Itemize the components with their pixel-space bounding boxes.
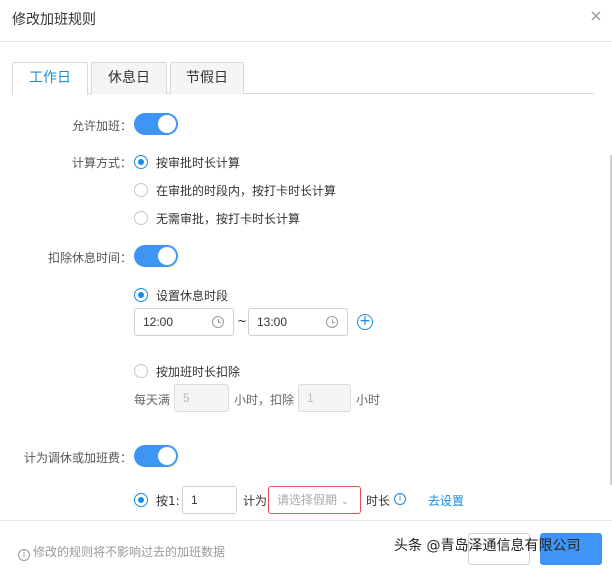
go-settings-link[interactable]: 去设置: [428, 492, 464, 509]
calc-by-punch-no-approval-radio[interactable]: [134, 211, 148, 225]
dialog-header: 修改加班规则 ×: [0, 0, 612, 42]
toggle-knob: [158, 115, 176, 133]
ratio-rule-radio[interactable]: [134, 493, 148, 507]
duration-label: 时长: [366, 494, 391, 508]
full-hours-input[interactable]: 5: [174, 384, 229, 412]
deduct-rest-toggle[interactable]: [134, 245, 178, 267]
set-rest-period-label: 设置休息时段: [156, 289, 229, 303]
every-day-full-label: 每天满: [134, 393, 171, 407]
leave-type-select[interactable]: 请选择假期 ⌄: [268, 486, 361, 514]
full-hours-value: 5: [183, 391, 190, 405]
day-type-tabs: 工作日 休息日 节假日: [12, 62, 594, 95]
info-icon: i: [18, 549, 30, 561]
dialog-title: 修改加班规则: [12, 12, 96, 28]
deduct-rest-label: 扣除休息时间：: [47, 251, 132, 265]
leave-type-placeholder: 请选择假期: [277, 493, 338, 507]
rest-start-time-value: 12:00: [143, 315, 174, 329]
tab-restday[interactable]: 休息日: [91, 62, 167, 94]
close-icon[interactable]: ×: [588, 8, 604, 24]
rest-end-time-value: 13:00: [257, 315, 288, 329]
hours-unit-label: 小时: [356, 393, 381, 407]
count-as-label: 计为: [243, 494, 268, 508]
time-range-separator: ~: [237, 314, 248, 328]
comp-leave-toggle[interactable]: [134, 445, 178, 467]
calc-by-approval-label: 按审批时长计算: [156, 156, 241, 170]
clock-icon: [212, 316, 224, 328]
watermark-text: 头条 @青岛泽通信息有限公司: [394, 538, 581, 554]
comp-leave-label: 计为调休或加班费：: [23, 451, 132, 465]
calc-method-label: 计算方式：: [71, 156, 132, 170]
calc-by-approval-radio[interactable]: [134, 155, 148, 169]
clock-icon: [326, 316, 338, 328]
ratio-input[interactable]: 1: [182, 486, 237, 514]
ratio-value: 1: [191, 493, 198, 507]
deduct-hours-value: 1: [307, 391, 314, 405]
allow-overtime-toggle[interactable]: [134, 113, 178, 135]
set-rest-period-radio[interactable]: [134, 288, 148, 302]
footer-note: i 修改的规则将不影响过去的加班数据: [18, 543, 225, 561]
tab-workday[interactable]: 工作日: [12, 62, 88, 95]
tab-holiday[interactable]: 节假日: [170, 62, 244, 94]
calc-by-punch-in-window-label: 在审批的时段内，按打卡时长计算: [156, 184, 337, 198]
edit-overtime-rule-dialog: 修改加班规则 × 工作日 休息日 节假日 允许加班： 计算方式： 按审批时长计算…: [0, 0, 612, 571]
ratio-prefix-label: 按1:: [156, 494, 180, 508]
deduct-by-duration-radio[interactable]: [134, 364, 148, 378]
toggle-knob: [158, 247, 176, 265]
add-period-icon[interactable]: +: [357, 314, 373, 330]
toggle-knob: [158, 447, 176, 465]
calc-by-punch-no-approval-label: 无需审批，按打卡时长计算: [156, 212, 301, 226]
chevron-down-icon: ⌄: [341, 496, 349, 506]
info-icon[interactable]: i: [394, 493, 406, 505]
allow-overtime-label: 允许加班：: [71, 119, 132, 133]
hours-deduct-label: 小时，扣除: [234, 393, 295, 407]
calc-by-punch-in-window-radio[interactable]: [134, 183, 148, 197]
footer-note-text: 修改的规则将不影响过去的加班数据: [33, 545, 226, 559]
deduct-hours-input[interactable]: 1: [298, 384, 351, 412]
deduct-by-duration-label: 按加班时长扣除: [156, 365, 241, 379]
